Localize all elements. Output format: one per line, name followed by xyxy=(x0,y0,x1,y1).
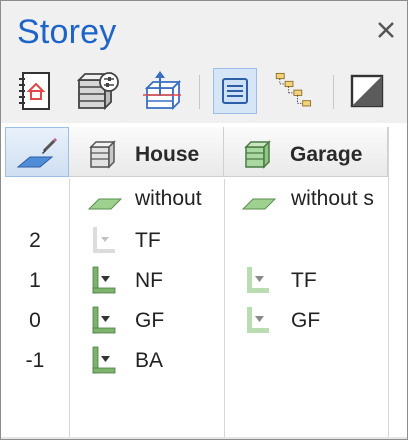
column-divider xyxy=(388,127,389,439)
storey-number: 0 xyxy=(29,309,41,332)
list-view-icon xyxy=(222,78,248,104)
half-tone-button[interactable] xyxy=(345,68,389,114)
building-label: Garage xyxy=(290,143,363,166)
storey-light-icon xyxy=(247,267,269,293)
plane-icon xyxy=(87,198,123,210)
tree-hierarchy-icon xyxy=(275,72,312,107)
building-settings-button[interactable] xyxy=(75,68,119,114)
edit-plane-cell[interactable] xyxy=(5,127,69,177)
storey-cell-house[interactable]: TF xyxy=(135,229,161,253)
bottom-border xyxy=(1,437,407,439)
building-icon xyxy=(244,140,271,169)
building-settings-icon xyxy=(76,71,119,111)
column-divider xyxy=(224,179,225,439)
title-bar: Storey xyxy=(1,1,407,61)
storey-cell-house[interactable]: GF xyxy=(135,309,164,333)
edit-pencil-icon xyxy=(16,137,58,168)
storey-cell-garage[interactable]: TF xyxy=(291,269,317,293)
storey-cell-house[interactable]: NF xyxy=(135,269,163,293)
storey-number: 2 xyxy=(29,229,41,252)
toolbar xyxy=(1,61,407,123)
building-label: House xyxy=(135,143,200,166)
storey-cell-house[interactable]: BA xyxy=(135,349,163,373)
storey-cell-garage[interactable]: without s xyxy=(291,187,387,211)
storey-icon xyxy=(92,306,116,334)
column-divider xyxy=(69,179,70,439)
panel-title: Storey xyxy=(17,13,117,51)
toolbar-separator xyxy=(333,75,334,109)
storey-icon xyxy=(92,346,116,374)
storey-cell-house[interactable]: without xyxy=(135,187,223,211)
storey-number: -1 xyxy=(25,349,45,372)
building-3d-icon xyxy=(143,71,182,111)
storey-panel: Storey House Garage without without s 2 … xyxy=(0,0,408,440)
building-header-house[interactable]: House xyxy=(69,127,224,177)
building-header-row: House Garage xyxy=(1,123,407,179)
storey-light-icon xyxy=(247,307,269,333)
storey-icon xyxy=(92,266,116,294)
building-3d-button[interactable] xyxy=(141,68,185,114)
storey-book-button[interactable] xyxy=(13,68,57,114)
storey-number: 1 xyxy=(29,269,41,292)
tree-hierarchy-button[interactable] xyxy=(271,68,315,114)
storey-cell-garage[interactable]: GF xyxy=(291,309,320,333)
building-icon xyxy=(89,140,116,169)
half-tone-icon xyxy=(350,74,384,108)
building-header-garage[interactable]: Garage xyxy=(224,127,388,177)
list-view-button[interactable] xyxy=(213,68,257,114)
close-button[interactable] xyxy=(375,19,397,41)
storey-faded-icon xyxy=(93,227,115,253)
storey-book-icon xyxy=(19,72,50,110)
plane-icon xyxy=(241,198,277,210)
close-icon xyxy=(378,22,394,38)
toolbar-separator xyxy=(199,75,200,109)
